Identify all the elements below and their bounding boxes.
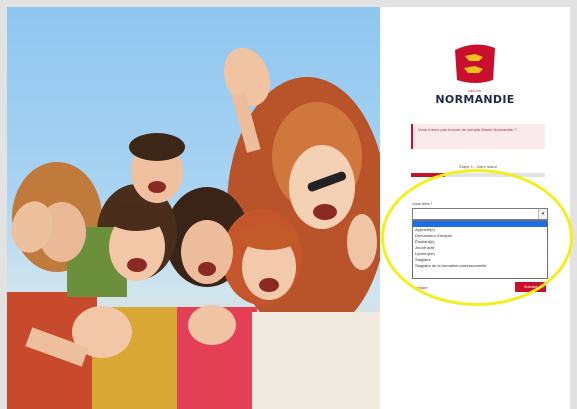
group-of-cheering-young-people-image — [7, 47, 380, 409]
notice-message: Vous n'avez pas encore de compte Atouts … — [411, 124, 545, 149]
normandy-leopards-flag-icon — [455, 44, 495, 83]
hero-photo — [7, 7, 380, 409]
highlight-annotation-ellipse — [381, 169, 573, 306]
brand-name: NORMANDIE — [435, 93, 515, 106]
